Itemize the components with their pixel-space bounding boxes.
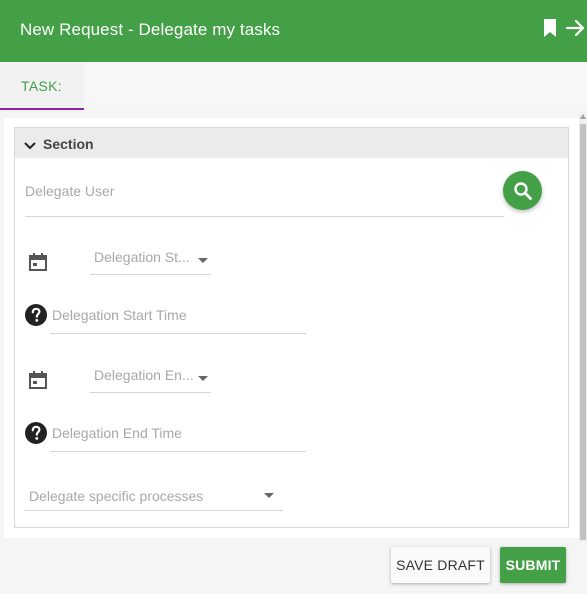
help-icon[interactable] xyxy=(25,304,47,326)
tab-task[interactable]: TASK: xyxy=(0,62,84,110)
start-time-underline xyxy=(50,333,306,334)
vertical-scrollbar[interactable] xyxy=(579,112,587,542)
section-header[interactable]: Section xyxy=(15,128,568,158)
header-actions xyxy=(541,17,585,39)
delegation-start-time-input[interactable]: Delegation Start Time xyxy=(52,307,187,323)
delegation-end-date-select[interactable]: Delegation En... xyxy=(94,367,194,383)
submit-button[interactable]: SUBMIT xyxy=(500,547,566,583)
processes-underline xyxy=(25,510,283,511)
save-draft-button[interactable]: SAVE DRAFT xyxy=(391,547,490,583)
delegate-user-input[interactable]: Delegate User xyxy=(25,183,115,199)
delegation-end-time-input[interactable]: Delegation End Time xyxy=(52,425,182,441)
scroll-up-arrow-icon[interactable] xyxy=(580,114,586,119)
end-date-underline xyxy=(90,392,211,393)
calendar-icon[interactable] xyxy=(28,252,48,272)
delegate-processes-select[interactable]: Delegate specific processes xyxy=(29,488,203,504)
tab-bar: TASK: xyxy=(0,62,587,110)
section-title: Section xyxy=(43,136,94,152)
scrollbar-thumb[interactable] xyxy=(580,124,586,540)
app-header: New Request - Delegate my tasks xyxy=(0,0,587,62)
calendar-icon[interactable] xyxy=(28,370,48,390)
delegate-user-underline xyxy=(25,216,504,217)
tab-task-label: TASK: xyxy=(21,78,62,94)
end-time-underline xyxy=(50,451,306,452)
dropdown-arrow-icon[interactable] xyxy=(264,493,274,498)
dropdown-arrow-icon[interactable] xyxy=(198,258,208,263)
bookmark-icon[interactable] xyxy=(541,17,559,39)
chevron-down-icon xyxy=(24,142,36,150)
arrow-right-icon[interactable] xyxy=(565,17,585,39)
delegation-start-date-select[interactable]: Delegation St... xyxy=(94,249,190,265)
dropdown-arrow-icon[interactable] xyxy=(198,376,208,381)
search-user-button[interactable] xyxy=(503,171,542,210)
page-title: New Request - Delegate my tasks xyxy=(20,20,281,39)
help-icon[interactable] xyxy=(25,422,47,444)
start-date-underline xyxy=(90,274,211,275)
search-icon xyxy=(514,182,532,200)
